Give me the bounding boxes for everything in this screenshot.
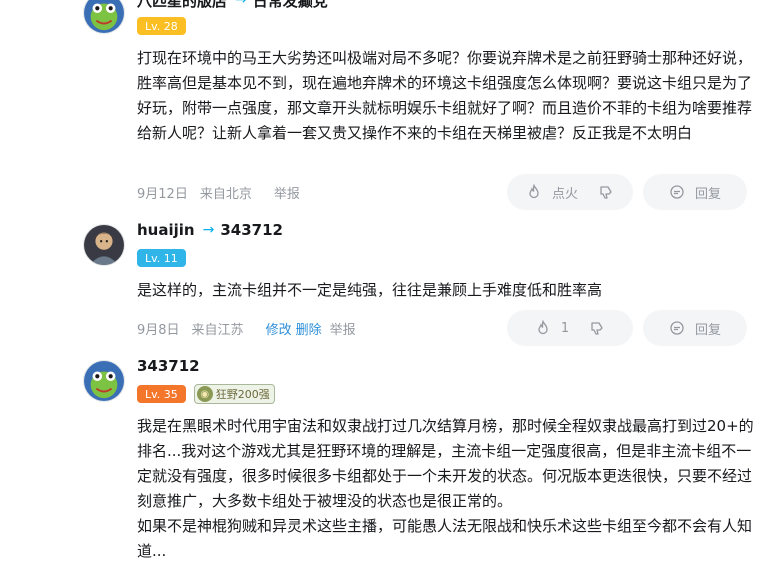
report-button[interactable]: 举报 xyxy=(274,183,300,202)
comment-item: 八匹星的版店 → 日常发癫党 Lv. 28 打现在环境中的马王大劣势还叫极端对局… xyxy=(0,0,783,218)
user-avatar[interactable] xyxy=(83,224,125,266)
like-button[interactable]: 点火 xyxy=(507,174,633,210)
comment-thread: 八匹星的版店 → 日常发癫党 Lv. 28 打现在环境中的马王大劣势还叫极端对局… xyxy=(0,0,783,563)
comment-username[interactable]: 343712 xyxy=(137,357,200,375)
frog-avatar-icon xyxy=(84,361,124,401)
reply-target-username[interactable]: 日常发癫党 xyxy=(253,0,328,11)
report-button[interactable]: 举报 xyxy=(330,319,356,338)
level-badge: Lv. 28 xyxy=(137,17,186,35)
reply-arrow-icon: → xyxy=(235,0,247,8)
delete-button[interactable]: 删除 xyxy=(296,319,322,338)
comment-content: 我是在黑眼术时代用宇宙法和奴隶战打过几次结算月榜，那时候全程奴隶战最高打到过20… xyxy=(137,417,754,560)
speech-bubble-icon xyxy=(669,320,685,336)
comment-content: 是这样的，主流卡组并不一定是纯强，往往是兼顾上手难度低和胜率高 xyxy=(137,281,603,299)
comment-location: 来自江苏 xyxy=(191,322,244,338)
like-count: 1 xyxy=(560,320,570,336)
speech-bubble-icon xyxy=(669,184,685,200)
user-avatar[interactable] xyxy=(83,360,125,402)
comment-date: 9月8日 xyxy=(137,322,180,338)
edit-button[interactable]: 修改 xyxy=(266,319,292,338)
reply-label: 回复 xyxy=(694,322,721,338)
reply-target-username[interactable]: 343712 xyxy=(220,221,283,239)
level-badge: Lv. 35 xyxy=(137,385,186,403)
like-label: 点火 xyxy=(551,186,578,202)
flame-icon xyxy=(535,320,551,336)
comment-item: 343712 Lv. 35 ◉ 狂野200强 我是在黑眼术时代用宇宙法和奴隶战打… xyxy=(0,354,783,563)
level-badge: Lv. 11 xyxy=(137,249,186,267)
comment-content: 打现在环境中的马王大劣势还叫极端对局不多呢？你要说弃牌术是之前狂野骑士那种还好说… xyxy=(137,49,753,142)
comment-username[interactable]: 八匹星的版店 xyxy=(137,0,227,11)
fan-medal[interactable]: ◉ 狂野200强 xyxy=(193,384,275,404)
reply-label: 回复 xyxy=(694,186,721,202)
comment-date: 9月12日 xyxy=(137,186,188,202)
comment-item: huaijin → 343712 Lv. 11 是这样的，主流卡组并不一定是纯强… xyxy=(0,218,783,350)
owl-medal-icon: ◉ xyxy=(196,386,213,402)
reply-arrow-icon: → xyxy=(202,222,215,238)
flame-icon xyxy=(526,184,542,200)
reply-button[interactable]: 回复 xyxy=(643,174,747,210)
thumb-down-icon[interactable] xyxy=(598,184,614,200)
medal-label: 狂野200强 xyxy=(215,388,270,401)
comment-location: 来自北京 xyxy=(199,186,252,202)
user-avatar[interactable] xyxy=(83,0,125,34)
character-avatar-icon xyxy=(84,225,124,265)
comment-username[interactable]: huaijin xyxy=(137,221,195,239)
reply-button[interactable]: 回复 xyxy=(643,310,747,346)
thumb-down-icon[interactable] xyxy=(589,320,605,336)
like-button[interactable]: 1 xyxy=(507,310,633,346)
frog-avatar-icon xyxy=(84,0,124,33)
